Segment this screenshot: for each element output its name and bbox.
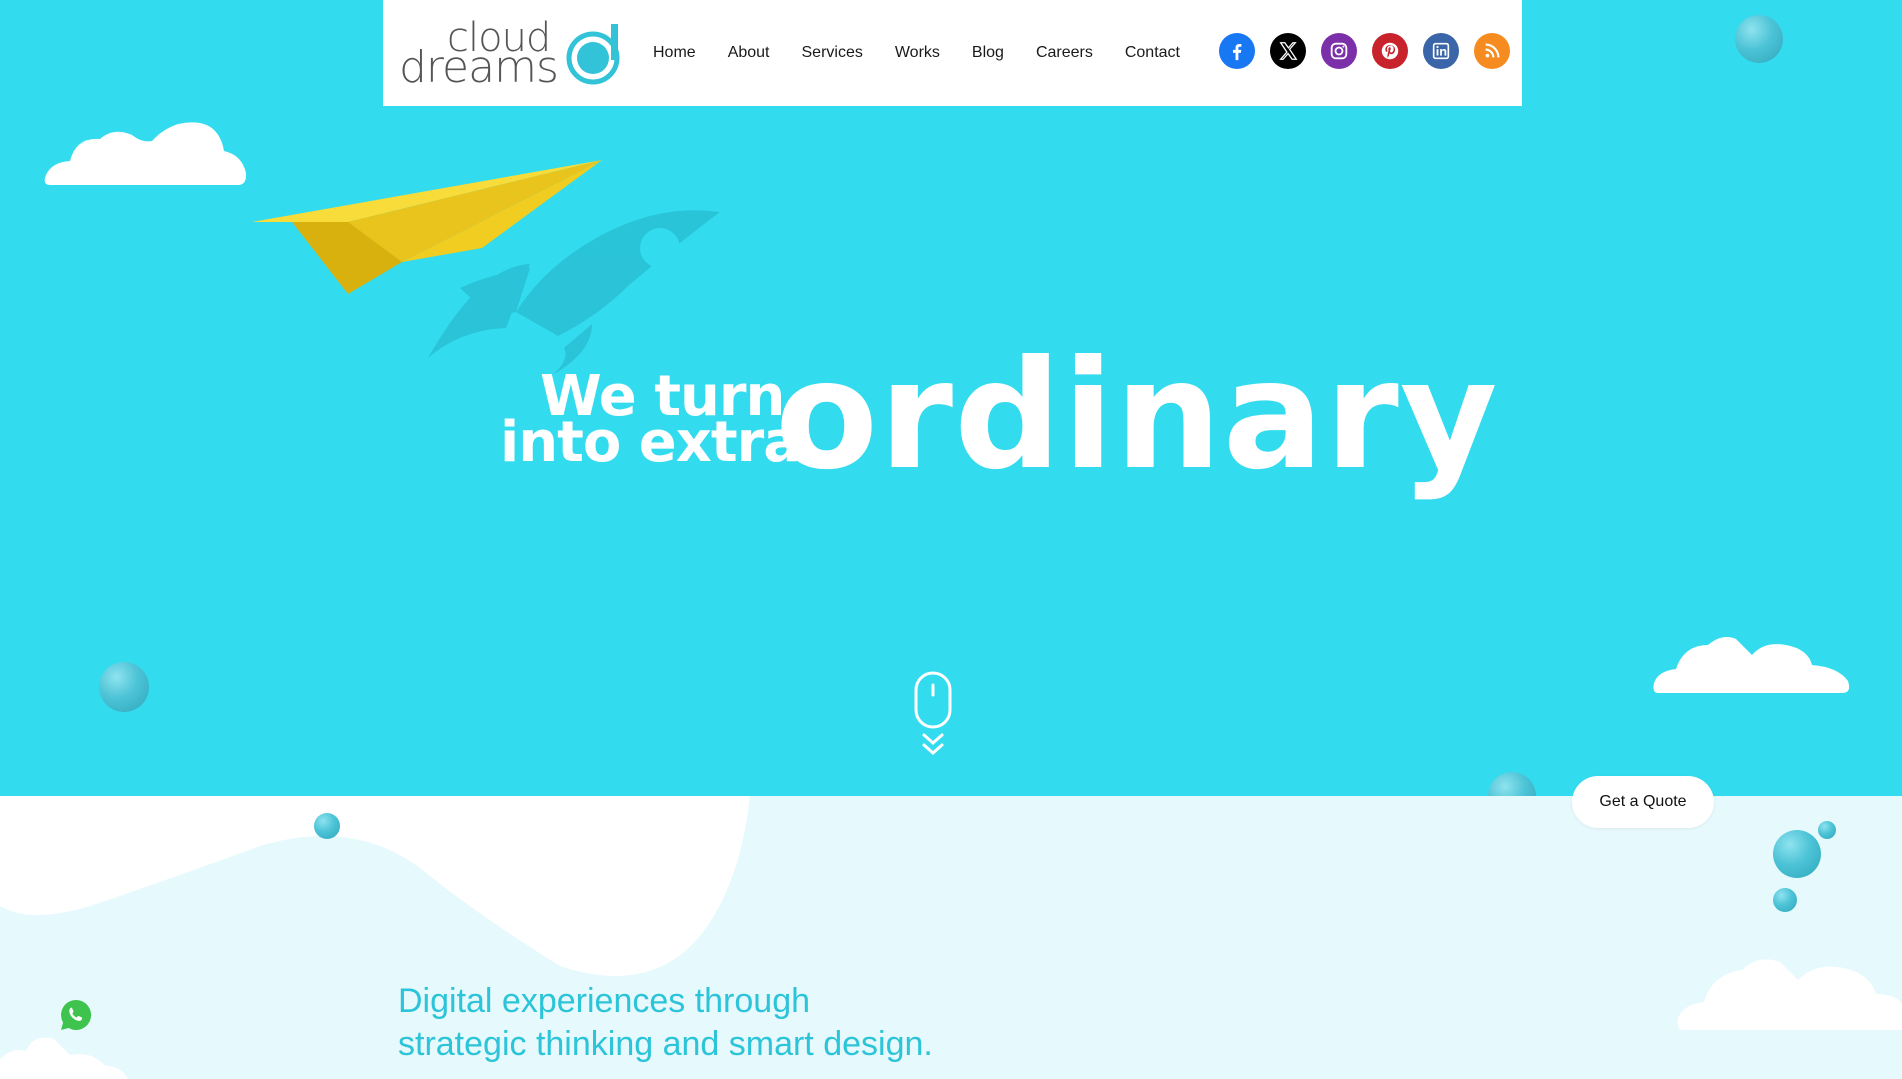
logo-text-dreams: dreams bbox=[399, 42, 559, 93]
instagram-icon[interactable] bbox=[1321, 33, 1357, 69]
intro-section bbox=[0, 796, 1902, 1079]
tagline-line-1: Digital experiences through bbox=[398, 982, 811, 1020]
cloud-decoration bbox=[1653, 637, 1850, 693]
wave-shape bbox=[0, 796, 750, 976]
linkedin-icon[interactable] bbox=[1423, 33, 1459, 69]
social-links bbox=[1219, 33, 1510, 69]
logo-mark-icon bbox=[566, 24, 620, 85]
paper-plane-illustration bbox=[252, 160, 602, 294]
x-icon[interactable] bbox=[1270, 33, 1306, 69]
rss-icon[interactable] bbox=[1474, 33, 1510, 69]
nav-home[interactable]: Home bbox=[653, 44, 696, 62]
pinterest-icon[interactable] bbox=[1372, 33, 1408, 69]
bubble-decoration bbox=[1488, 772, 1536, 796]
main-nav: Home About Services Works Blog Careers C… bbox=[653, 0, 1212, 106]
hero-big-word: ordinary bbox=[775, 329, 1499, 503]
facebook-icon[interactable] bbox=[1219, 33, 1255, 69]
nav-about[interactable]: About bbox=[728, 44, 770, 62]
tagline-line-2: strategic thinking and smart design. bbox=[398, 1025, 933, 1063]
nav-works[interactable]: Works bbox=[895, 44, 940, 62]
nav-contact[interactable]: Contact bbox=[1125, 44, 1180, 62]
whatsapp-icon[interactable] bbox=[58, 997, 94, 1033]
cloud-decoration bbox=[1677, 959, 1902, 1030]
bubble-decoration bbox=[1735, 15, 1783, 63]
nav-careers[interactable]: Careers bbox=[1036, 44, 1093, 62]
hero-section: We turn into extra ordinary bbox=[0, 0, 1902, 796]
bubble-decoration bbox=[99, 662, 149, 712]
cloud-dreams-logo[interactable]: cloud dreams bbox=[399, 18, 620, 93]
cloud-decoration bbox=[0, 1037, 128, 1079]
hero-line-2: into extra bbox=[500, 410, 801, 475]
nav-blog[interactable]: Blog bbox=[972, 44, 1004, 62]
cloud-decoration bbox=[44, 122, 247, 185]
scroll-down-icon[interactable] bbox=[913, 671, 953, 761]
get-a-quote-button[interactable]: Get a Quote bbox=[1572, 776, 1714, 828]
hero-headline: We turn into extra ordinary bbox=[500, 341, 1498, 505]
bubble-decoration bbox=[314, 813, 340, 839]
bubble-decoration bbox=[1773, 888, 1797, 912]
bubble-decoration bbox=[1773, 830, 1821, 878]
site-header: cloud dreams Home About Services Works B… bbox=[383, 0, 1522, 106]
intro-tagline: Digital experiences through strategic th… bbox=[398, 980, 933, 1066]
nav-services[interactable]: Services bbox=[802, 44, 863, 62]
bubble-decoration bbox=[1818, 821, 1836, 839]
